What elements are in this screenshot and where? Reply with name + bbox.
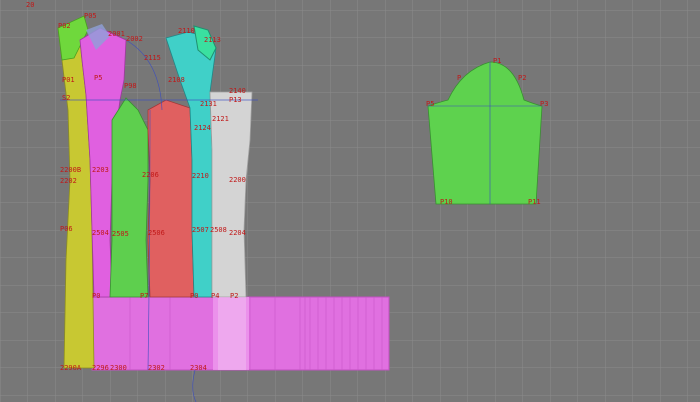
piece-white-lower (218, 297, 246, 370)
label: 2296 (92, 364, 109, 372)
piece-panel-red[interactable] (147, 99, 195, 298)
label: 2200 (229, 176, 246, 184)
label: P02 (58, 22, 71, 30)
label: 2210 (192, 172, 209, 180)
label: 2302 (148, 364, 165, 372)
label: P01 (62, 76, 75, 84)
label: P11 (528, 198, 541, 206)
label: 2002 (126, 35, 143, 43)
label: P0 (190, 292, 198, 300)
label: 2506 (148, 229, 165, 237)
label: P06 (60, 225, 73, 233)
label: P7 (140, 292, 148, 300)
label: 2508 (210, 226, 227, 234)
label: 2202 (60, 177, 77, 185)
label: 2001 (108, 30, 125, 38)
label: P (457, 74, 461, 82)
label: 2121 (212, 115, 229, 123)
label: P10 (440, 198, 453, 206)
label: P5 (426, 100, 434, 108)
label: 2290A (60, 364, 82, 372)
label: P3 (540, 100, 548, 108)
label: P13 (229, 96, 242, 104)
label: 2113 (204, 36, 221, 44)
label: 2505 (112, 230, 129, 238)
label: 2200B (60, 166, 81, 174)
label: S2 (62, 94, 70, 102)
label: 2110 (178, 27, 195, 35)
piece-panel-green[interactable] (109, 97, 149, 298)
label: 2206 (142, 171, 159, 179)
label: P1 (493, 57, 501, 65)
label: 2507 (192, 226, 209, 234)
label: P98 (124, 82, 137, 90)
label: P0 (92, 292, 100, 300)
label: 2504 (92, 229, 109, 237)
label: P2 (230, 292, 238, 300)
label: 2140 (229, 87, 246, 95)
label: 2304 (190, 364, 207, 372)
pattern-canvas[interactable]: 20 P05 P02 2001 2002 P01 S2 2110 2115 21… (0, 0, 700, 402)
label: P4 (211, 292, 219, 300)
label: 2108 (168, 76, 185, 84)
label: P2 (518, 74, 526, 82)
label: 2131 (200, 100, 217, 108)
label: 2203 (92, 166, 109, 174)
label: 2124 (194, 124, 211, 132)
label: P05 (84, 12, 97, 20)
label: P5 (94, 74, 102, 82)
label: 2204 (229, 229, 246, 237)
label: 20 (26, 1, 34, 9)
label: 2300 (110, 364, 127, 372)
label: 2115 (144, 54, 161, 62)
